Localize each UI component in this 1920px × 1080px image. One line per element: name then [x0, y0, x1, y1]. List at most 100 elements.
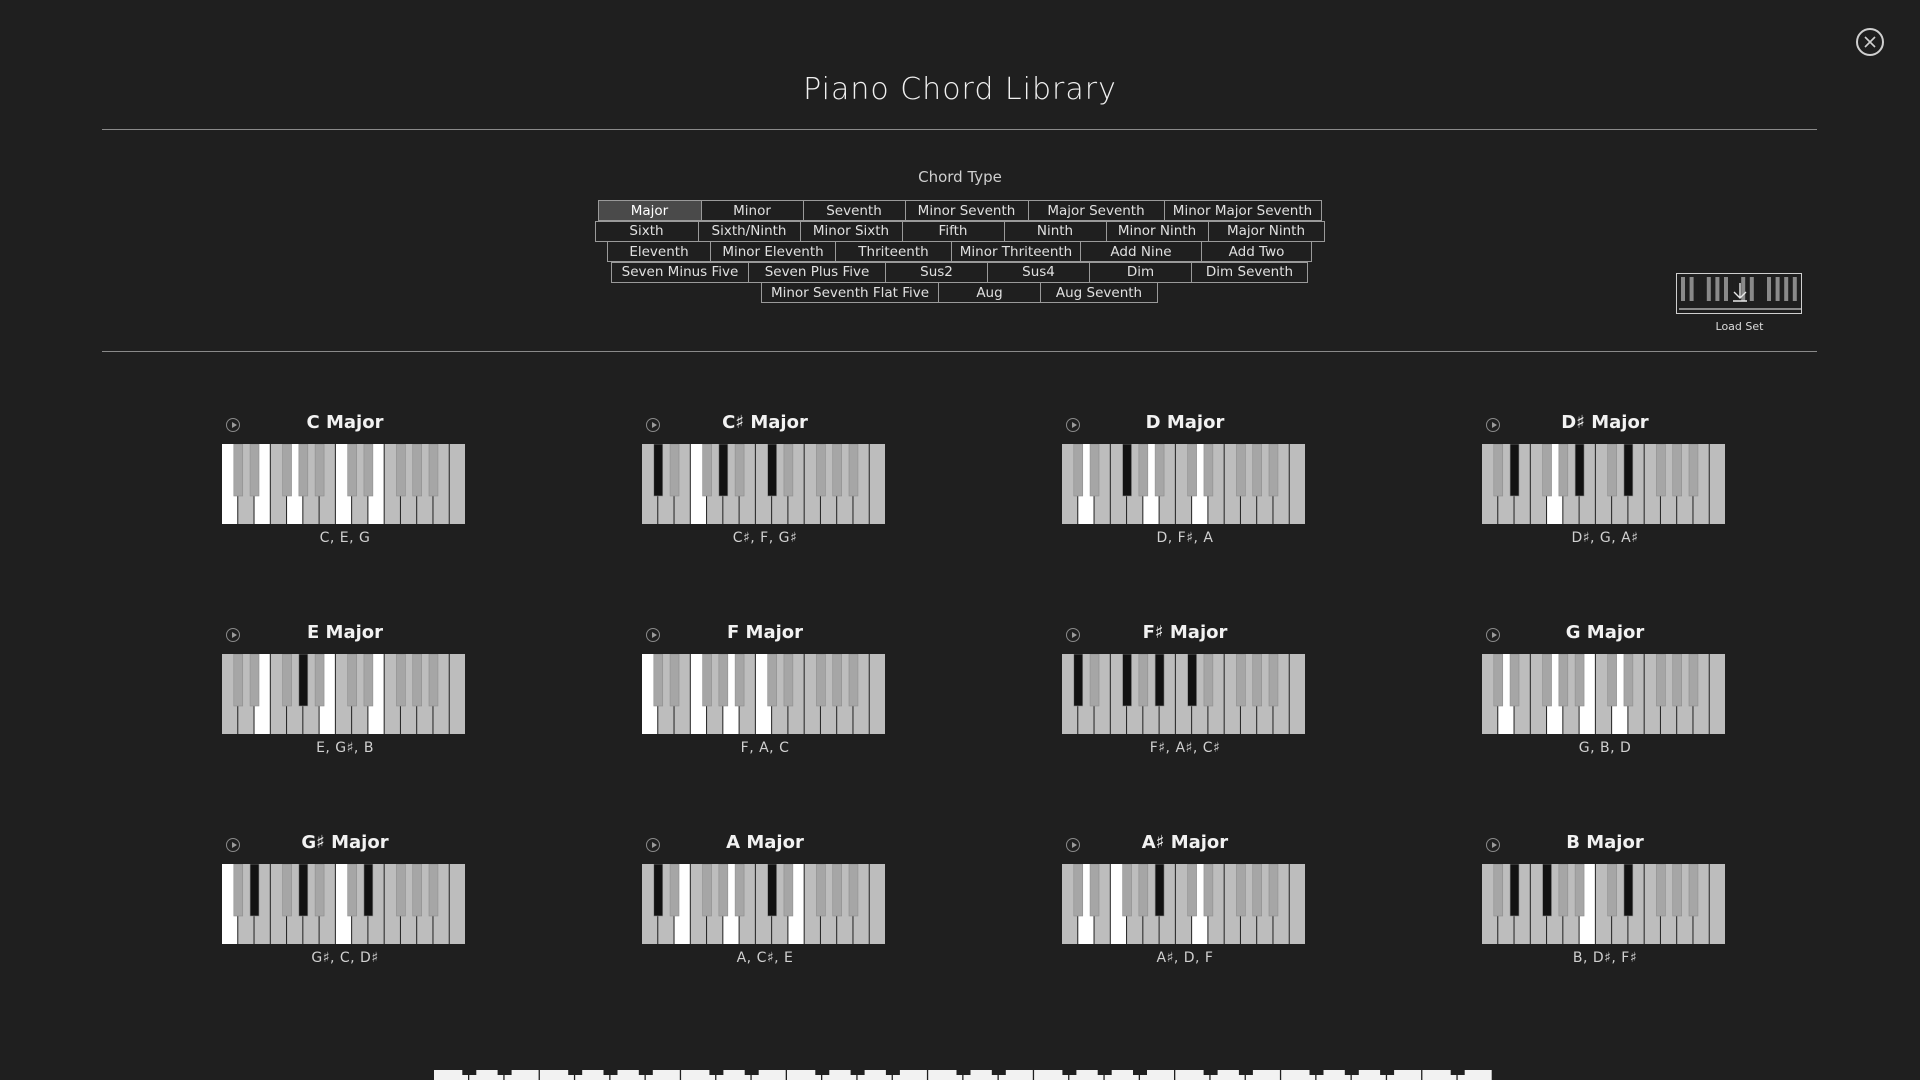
chord-type-aug-seventh[interactable]: Aug Seventh — [1040, 282, 1158, 304]
chord-type-ninth[interactable]: Ninth — [1003, 220, 1107, 242]
icon-key — [1741, 277, 1746, 301]
piano-keyboard[interactable] — [1062, 444, 1306, 524]
chord-header: D♯ Major — [1482, 410, 1728, 436]
chord-card: A♯ Major A♯, D, F — [1062, 830, 1308, 966]
black-key — [783, 864, 794, 917]
chord-name: C♯ Major — [722, 412, 808, 433]
chord-type-sus2[interactable]: Sus2 — [885, 261, 988, 283]
black-key — [1268, 654, 1279, 707]
close-button[interactable] — [1856, 28, 1884, 56]
chord-type-minor-seventh[interactable]: Minor Seventh — [904, 200, 1029, 221]
icon-key — [1792, 277, 1797, 301]
chord-type-fifth[interactable]: Fifth — [901, 220, 1005, 242]
chord-name: A Major — [726, 832, 804, 853]
chord-name: G Major — [1565, 622, 1645, 643]
chord-type-minor-thriteenth[interactable]: Minor Thriteenth — [951, 241, 1081, 263]
chord-type-minor-sixth[interactable]: Minor Sixth — [799, 220, 903, 242]
black-key — [848, 654, 859, 707]
black-key — [1574, 864, 1585, 917]
black-key — [298, 444, 309, 497]
black-key — [1542, 444, 1552, 497]
chord-type-minor-major-seventh[interactable]: Minor Major Seventh — [1163, 200, 1322, 221]
chord-type-add-two[interactable]: Add Two — [1201, 241, 1312, 263]
white-key — [1289, 864, 1305, 944]
chord-type-dim[interactable]: Dim — [1089, 261, 1192, 283]
chord-name: G♯ Major — [301, 832, 389, 853]
chord-card: F Major F, A, C — [642, 620, 888, 756]
black-key — [783, 444, 794, 497]
icon-key — [1775, 277, 1780, 301]
black-key — [1268, 444, 1279, 497]
piano-keyboard[interactable] — [642, 864, 886, 944]
load-set-label: Load Set — [1715, 320, 1764, 333]
chord-type-row: Minor Seventh Flat Five Aug Aug Seventh — [0, 282, 1920, 304]
white-key — [449, 444, 465, 524]
chord-type-seventh[interactable]: Seventh — [802, 200, 906, 221]
piano-keyboard[interactable] — [1062, 654, 1306, 734]
black-key — [1154, 654, 1165, 707]
divider-top — [102, 129, 1817, 130]
black-key — [1623, 654, 1634, 707]
strip-black-key — [956, 1070, 971, 1075]
chord-type-seven-minus-five[interactable]: Seven Minus Five — [611, 261, 749, 283]
piano-keyboard[interactable] — [1482, 654, 1726, 734]
black-key — [734, 654, 745, 707]
chord-type-aug[interactable]: Aug — [938, 282, 1041, 304]
piano-keyboard[interactable] — [642, 654, 886, 734]
icon-key — [1767, 277, 1771, 301]
black-key — [314, 864, 325, 917]
chord-type-selector: Major Minor Seventh Minor Seventh Major Seve… — [0, 200, 1920, 304]
white-key — [1709, 444, 1725, 524]
black-key — [1268, 864, 1279, 917]
chord-type-minor[interactable]: Minor — [700, 200, 804, 221]
chord-type-minor-seventh-flat-five[interactable]: Minor Seventh Flat Five — [761, 282, 939, 304]
strip-black-key — [1238, 1070, 1253, 1075]
chord-notes: G, B, D — [1578, 740, 1632, 756]
black-key — [314, 444, 325, 497]
piano-keyboard[interactable] — [1062, 864, 1306, 944]
black-key — [1558, 864, 1569, 917]
piano-keyboard[interactable] — [222, 864, 466, 944]
load-set-button[interactable] — [1676, 273, 1802, 314]
chord-type-sus4[interactable]: Sus4 — [987, 261, 1090, 283]
chord-header: B Major — [1482, 830, 1728, 856]
black-key — [1236, 864, 1246, 917]
black-key — [1236, 444, 1246, 497]
black-key — [1656, 864, 1666, 917]
chord-header: F Major — [642, 620, 888, 646]
black-key — [1187, 444, 1197, 497]
piano-keyboard[interactable] — [222, 654, 466, 734]
black-key — [1493, 654, 1504, 707]
chord-name: B Major — [1566, 832, 1644, 853]
chord-type-seven-plus-five[interactable]: Seven Plus Five — [748, 261, 886, 283]
chord-type-add-nine[interactable]: Add Nine — [1080, 241, 1202, 263]
piano-keyboard[interactable] — [642, 444, 886, 524]
chord-type-major[interactable]: Major — [597, 200, 702, 221]
chord-type-sixth-ninth[interactable]: Sixth/Ninth — [697, 220, 801, 242]
chord-type-sixth[interactable]: Sixth — [594, 220, 699, 242]
icon-base — [1679, 308, 1801, 310]
chord-type-eleventh[interactable]: Eleventh — [607, 241, 711, 263]
black-key — [1154, 864, 1165, 917]
black-key — [1252, 864, 1262, 917]
chord-type-thriteenth[interactable]: Thriteenth — [835, 241, 952, 263]
chord-card: E Major E, G♯, B — [222, 620, 468, 756]
icon-key — [1689, 277, 1694, 301]
icon-key — [1784, 277, 1789, 301]
chord-name: D Major — [1145, 412, 1225, 433]
black-key — [428, 654, 439, 707]
black-key — [1656, 654, 1666, 707]
piano-keyboard[interactable] — [222, 444, 466, 524]
chord-type-major-ninth[interactable]: Major Ninth — [1207, 220, 1325, 242]
black-key — [848, 444, 859, 497]
piano-keyboard[interactable] — [1482, 864, 1726, 944]
chord-type-dim-seventh[interactable]: Dim Seventh — [1191, 261, 1308, 283]
chord-type-minor-ninth[interactable]: Minor Ninth — [1105, 220, 1209, 242]
black-key — [347, 654, 357, 707]
black-key — [282, 654, 292, 707]
chord-type-major-seventh[interactable]: Major Seventh — [1027, 200, 1165, 221]
strip-black-key — [603, 1070, 618, 1075]
chord-type-minor-eleventh[interactable]: Minor Eleventh — [710, 241, 836, 263]
black-key — [1607, 444, 1617, 497]
piano-keyboard[interactable] — [1482, 444, 1726, 524]
